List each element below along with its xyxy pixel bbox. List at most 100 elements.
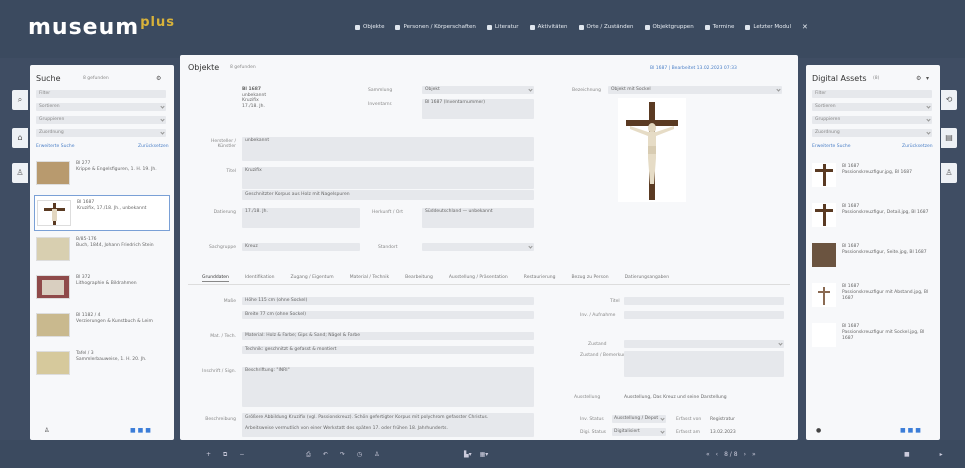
list-view-icon[interactable]: ■ (900, 427, 906, 434)
filter-icon[interactable]: ▾ (926, 75, 929, 82)
creator-field[interactable]: unbekannt (242, 137, 534, 161)
document-side-button[interactable]: ▤ (941, 128, 957, 148)
tab-material[interactable]: Material / Technik (350, 275, 389, 282)
dating-field[interactable]: 17./18. Jh. (242, 208, 360, 228)
refresh-side-button[interactable]: ⟲ (941, 90, 957, 110)
assets-group-field[interactable]: Gruppieren (812, 116, 932, 124)
tile-view-icon[interactable]: ■ (915, 427, 921, 434)
dimension-height-field[interactable]: Höhe 115 cm (ohne Sockel) (242, 297, 534, 305)
nav-letzter-modul[interactable]: Letzter Modul (745, 23, 791, 31)
tab-ausstellung[interactable]: Ausstellung / Präsentation (449, 275, 508, 282)
close-icon[interactable]: ✕ (802, 23, 808, 31)
next-page-icon[interactable]: › (744, 451, 746, 458)
asset-item[interactable]: Bl 1687 Passionskreuzfigur mit Abstand.j… (810, 281, 936, 315)
tab-restaurierung[interactable]: Restaurierung (524, 275, 556, 282)
tab-identifikation[interactable]: Identifikation (245, 275, 275, 282)
redo-icon[interactable]: ↷ (340, 451, 345, 459)
asset-item[interactable]: Bl 1687 Passionskreuzfigur, Detail.jpg, … (810, 201, 936, 235)
assets-reset-link[interactable]: Zurücksetzen (902, 144, 933, 150)
title-field[interactable]: Kruzifix (242, 167, 534, 189)
person-side-button[interactable]: ♙ (12, 163, 28, 183)
list-view-icon[interactable]: ■ (130, 427, 136, 434)
condition-field[interactable] (624, 340, 784, 348)
home-side-button[interactable]: ⌂ (12, 128, 28, 148)
person-side-button-right[interactable]: ♙ (941, 163, 957, 183)
person-icon[interactable]: ♙ (44, 427, 49, 434)
nav-termine[interactable]: Termine (704, 23, 734, 31)
nav-orte[interactable]: Orte / Zuständen (578, 23, 634, 31)
upload-icon[interactable]: ● (816, 427, 821, 434)
search-side-button[interactable]: ⌕ (12, 90, 28, 110)
asset-item[interactable]: Bl 1687 Passionskreuzfigur mit Sockel.jp… (810, 321, 936, 355)
right-title-field[interactable] (624, 297, 784, 305)
location-field[interactable] (422, 243, 534, 251)
designation-select[interactable]: Objekt mit Sockel (608, 86, 782, 94)
inventory-number-field[interactable]: Bl 1687 (Inventarnummer) (422, 99, 534, 119)
next-icon[interactable]: ▸ (940, 451, 943, 458)
history-icon[interactable]: ◷ (357, 451, 362, 459)
short-description-field[interactable]: Geschnitzter Korpus aus Holz mit Nagelsp… (242, 190, 534, 200)
export-menu[interactable]: ▦▾ (480, 451, 489, 458)
object-group-field[interactable]: Kreuz (242, 243, 360, 251)
tab-person[interactable]: Bezug zu Person (571, 275, 608, 282)
list-item[interactable]: Bl 1182 / 4 Verzierungen & Kunstbuch & L… (34, 309, 170, 345)
origin-field[interactable]: Süddeutschland — unbekannt (422, 208, 534, 228)
filter-field[interactable]: Filter (36, 90, 166, 98)
object-image[interactable] (618, 98, 686, 202)
description-field[interactable]: Größere Abbildung Kruzifix (vgl. Passion… (242, 413, 534, 437)
first-page-icon[interactable]: « (706, 451, 710, 458)
technique-field[interactable]: Technik: geschnitzt & gefasst & montiert (242, 346, 534, 354)
material-field[interactable]: Material: Holz & Farbe; Gips & Sand; Näg… (242, 332, 534, 340)
settings-icon[interactable]: ⚙ (156, 75, 161, 82)
grid-view-icon[interactable]: ■ (138, 427, 144, 434)
sort-field[interactable]: Sortieren (36, 103, 166, 111)
collection-select[interactable]: Objekt (422, 86, 534, 94)
nav-literatur[interactable]: Literatur (486, 23, 519, 31)
person-icon[interactable]: ♙ (374, 451, 379, 459)
inv-status-select[interactable]: Ausstellung / Depot (612, 415, 666, 423)
undo-icon[interactable]: ↶ (323, 451, 328, 459)
tab-bearbeitung[interactable]: Bearbeitung (405, 275, 433, 282)
list-item[interactable]: Bl 372 Lithographie & Bildrahmen (34, 271, 170, 307)
tile-view-icon[interactable]: ■ (145, 427, 151, 434)
nav-objektgruppen[interactable]: Objektgruppen (644, 23, 694, 31)
list-item[interactable]: B/85-176 Buch, 1844, Johann Friedrich St… (34, 233, 170, 269)
condition-note-field[interactable] (624, 351, 784, 377)
assets-filter-field[interactable]: Filter (812, 90, 932, 98)
assets-extended-search-link[interactable]: Erweiterte Suche (812, 144, 851, 150)
grid-view-icon[interactable]: ■ (908, 427, 914, 434)
list-item[interactable]: Bl 277 Krippe & Engelsfiguren, 1. H. 19.… (34, 157, 170, 193)
inscription-field[interactable]: Beschriftung: "INRI" (242, 367, 534, 407)
document-menu[interactable]: ▙▾ (464, 451, 472, 458)
asset-item[interactable]: Bl 1687 Passionskreuzfigur.jpg, Bl 1687 (810, 161, 936, 195)
extended-search-link[interactable]: Erweiterte Suche (36, 144, 75, 150)
delete-icon[interactable]: − (239, 451, 244, 459)
asset-item[interactable]: Bl 1687 Passionskreuzfigur, Seite.jpg, B… (810, 241, 936, 275)
last-page-icon[interactable]: » (752, 451, 756, 458)
list-item[interactable]: Tafel / 3 Sammlerbauweise, 1. H. 20. Jh. (34, 347, 170, 383)
assets-sort-field[interactable]: Sortieren (812, 103, 932, 111)
group-field[interactable]: Gruppieren (36, 116, 166, 124)
tab-zugang[interactable]: Zugang / Eigentum (290, 275, 333, 282)
acquisition-field[interactable] (624, 311, 784, 319)
digi-status-select[interactable]: Digitalisiert (612, 428, 666, 436)
prev-page-icon[interactable]: ‹ (716, 451, 718, 458)
nav-aktivitaeten[interactable]: Aktivitäten (529, 23, 568, 31)
app-logo[interactable]: museumplus (28, 15, 175, 40)
settings-icon[interactable]: ⚙ (916, 75, 921, 82)
copy-icon[interactable]: ⧉ (223, 451, 227, 459)
assets-assign-field[interactable]: Zuordnung (812, 129, 932, 137)
reset-link[interactable]: Zurücksetzen (138, 144, 169, 150)
list-item-selected[interactable]: Bl 1687 Kruzifix, 17./18. Jh., unbekannt (34, 195, 170, 231)
print-icon[interactable]: ⎙ (306, 451, 311, 459)
dimension-width-field[interactable]: Breite 77 cm (ohne Sockel) (242, 311, 534, 319)
save-icon[interactable]: ■ (904, 451, 910, 458)
assign-field[interactable]: Zuordnung (36, 129, 166, 137)
nav-personen[interactable]: Personen / Körperschaften (395, 23, 476, 31)
tab-datierung[interactable]: Datierungsangaben (625, 275, 669, 282)
add-icon[interactable]: + (206, 451, 211, 459)
tab-grunddaten[interactable]: Grunddaten (202, 275, 229, 282)
assets-view-toggle[interactable]: ■ ■ ■ (900, 427, 921, 434)
nav-objekte[interactable]: Objekte (355, 23, 384, 31)
view-toggle[interactable]: ■ ■ ■ (130, 427, 151, 434)
